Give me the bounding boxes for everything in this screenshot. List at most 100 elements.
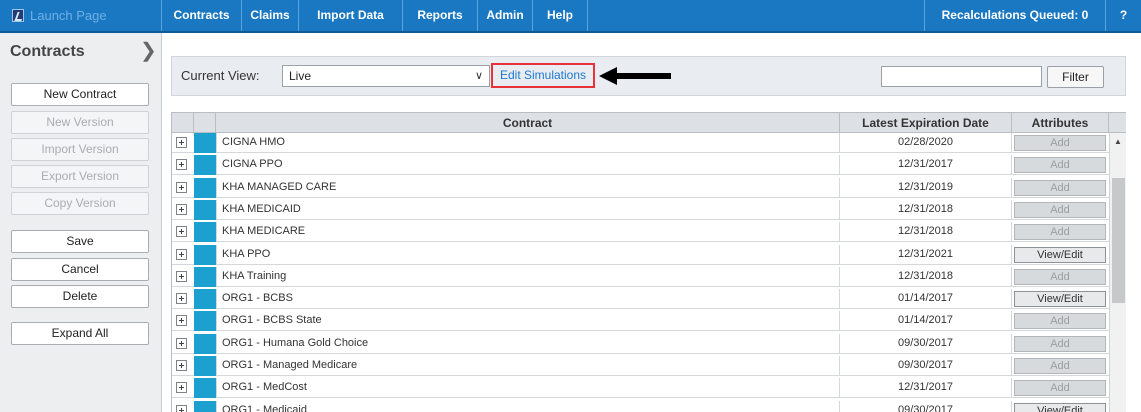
attributes-view-edit-button[interactable]: View/Edit <box>1014 402 1106 412</box>
edit-simulations-link[interactable]: Edit Simulations <box>491 63 595 88</box>
expiration-date: 09/30/2017 <box>840 333 1012 354</box>
new-version-button[interactable]: New Version <box>11 111 149 134</box>
contract-name[interactable]: KHA PPO <box>216 244 840 265</box>
row-marker <box>194 222 216 243</box>
table-row[interactable]: ORG1 - Medicaid 09/30/2017 View/Edit <box>172 400 1109 412</box>
attributes-add-button[interactable]: Add <box>1014 135 1106 151</box>
launch-page-link[interactable]: Launch Page <box>0 0 162 31</box>
expand-row-icon[interactable] <box>176 360 187 371</box>
attributes-add-button[interactable]: Add <box>1014 179 1106 196</box>
vertical-scrollbar[interactable]: ▲ <box>1109 133 1126 412</box>
expand-row-icon[interactable] <box>176 203 187 215</box>
contract-name[interactable]: KHA Training <box>216 266 840 287</box>
expand-row-icon[interactable] <box>176 337 187 349</box>
expiration-date: 12/31/2018 <box>840 199 1012 220</box>
header-contract[interactable]: Contract <box>216 113 840 133</box>
attributes-add-button[interactable]: Add <box>1014 157 1106 174</box>
contract-name[interactable]: ORG1 - BCBS <box>216 289 840 310</box>
attributes-view-edit-button[interactable]: View/Edit <box>1014 246 1106 263</box>
expiration-date: 12/31/2021 <box>840 244 1012 265</box>
expiration-date: 12/31/2019 <box>840 177 1012 198</box>
contract-name[interactable]: ORG1 - Medicaid <box>216 400 840 412</box>
attributes-add-button[interactable]: Add <box>1014 380 1106 397</box>
attributes-add-button[interactable]: Add <box>1014 201 1106 218</box>
header-marker-col <box>194 113 216 133</box>
row-marker <box>194 244 216 265</box>
table-row[interactable]: ORG1 - Humana Gold Choice 09/30/2017 Add <box>172 333 1109 354</box>
table-row[interactable]: ORG1 - BCBS State 01/14/2017 Add <box>172 311 1109 332</box>
row-marker <box>194 311 216 332</box>
contract-name[interactable]: ORG1 - Managed Medicare <box>216 356 840 376</box>
table-row[interactable]: ORG1 - BCBS 01/14/2017 View/Edit <box>172 289 1109 310</box>
view-toolbar: Current View: Live ∨ Edit Simulations Fi… <box>171 56 1126 96</box>
expand-row-icon[interactable] <box>176 382 187 394</box>
top-nav-bar: Launch Page Contracts Claims Import Data… <box>0 0 1141 33</box>
filter-input[interactable] <box>881 66 1042 87</box>
table-row[interactable]: KHA Training 12/31/2018 Add <box>172 266 1109 287</box>
table-row[interactable]: ORG1 - Managed Medicare 09/30/2017 Add <box>172 356 1109 376</box>
scroll-up-icon[interactable]: ▲ <box>1114 137 1122 146</box>
delete-button[interactable]: Delete <box>11 285 149 308</box>
expand-row-icon[interactable] <box>176 270 187 282</box>
nav-admin[interactable]: Admin <box>478 0 533 31</box>
grid-header: Contract Latest Expiration Date Attribut… <box>172 113 1126 133</box>
launch-page-label: Launch Page <box>30 8 107 23</box>
attributes-add-button[interactable]: Add <box>1014 224 1106 241</box>
table-row[interactable]: CIGNA PPO 12/31/2017 Add <box>172 155 1109 176</box>
contract-name[interactable]: CIGNA PPO <box>216 155 840 176</box>
row-marker <box>194 177 216 198</box>
recalculations-queued[interactable]: Recalculations Queued: 0 <box>924 0 1106 31</box>
expand-row-icon[interactable] <box>176 404 187 412</box>
contract-name[interactable]: KHA MEDICAID <box>216 199 840 220</box>
row-marker <box>194 155 216 176</box>
contract-name[interactable]: KHA MEDICARE <box>216 222 840 243</box>
attributes-add-button[interactable]: Add <box>1014 313 1106 330</box>
nav-help[interactable]: Help <box>533 0 588 31</box>
table-row[interactable]: KHA MANAGED CARE 12/31/2019 Add <box>172 177 1109 198</box>
nav-contracts[interactable]: Contracts <box>162 0 242 31</box>
contract-name[interactable]: CIGNA HMO <box>216 133 840 153</box>
expand-row-icon[interactable] <box>176 248 187 260</box>
help-question-button[interactable]: ? <box>1106 0 1141 31</box>
nav-claims[interactable]: Claims <box>242 0 299 31</box>
chevron-right-icon[interactable]: ❯ <box>140 41 157 61</box>
export-version-button[interactable]: Export Version <box>11 165 149 188</box>
expand-row-icon[interactable] <box>176 137 187 148</box>
chevron-down-icon: ∨ <box>474 70 483 82</box>
save-button[interactable]: Save <box>11 230 149 253</box>
attributes-add-button[interactable]: Add <box>1014 268 1106 285</box>
current-view-value: Live <box>289 69 312 83</box>
table-row[interactable]: ORG1 - MedCost 12/31/2017 Add <box>172 378 1109 399</box>
table-row[interactable]: KHA PPO 12/31/2021 View/Edit <box>172 244 1109 265</box>
attributes-add-button[interactable]: Add <box>1014 358 1106 374</box>
expiration-date: 12/31/2017 <box>840 378 1012 399</box>
filter-button[interactable]: Filter <box>1047 66 1104 88</box>
cancel-button[interactable]: Cancel <box>11 258 149 281</box>
contract-name[interactable]: ORG1 - Humana Gold Choice <box>216 333 840 354</box>
row-marker <box>194 378 216 399</box>
table-row[interactable]: KHA MEDICARE 12/31/2018 Add <box>172 222 1109 243</box>
expand-row-icon[interactable] <box>176 293 187 305</box>
header-attributes[interactable]: Attributes <box>1012 113 1109 133</box>
header-latest-expiration-date[interactable]: Latest Expiration Date <box>840 113 1012 133</box>
expand-all-button[interactable]: Expand All <box>11 322 149 345</box>
expiration-date: 12/31/2018 <box>840 222 1012 243</box>
attributes-view-edit-button[interactable]: View/Edit <box>1014 291 1106 308</box>
expand-row-icon[interactable] <box>176 226 187 238</box>
expand-row-icon[interactable] <box>176 315 187 327</box>
expand-row-icon[interactable] <box>176 181 187 193</box>
import-version-button[interactable]: Import Version <box>11 138 149 161</box>
contract-name[interactable]: ORG1 - BCBS State <box>216 311 840 332</box>
expand-row-icon[interactable] <box>176 159 187 171</box>
new-contract-button[interactable]: New Contract <box>11 83 149 106</box>
copy-version-button[interactable]: Copy Version <box>11 192 149 215</box>
contract-name[interactable]: ORG1 - MedCost <box>216 378 840 399</box>
attributes-add-button[interactable]: Add <box>1014 335 1106 352</box>
table-row[interactable]: CIGNA HMO 02/28/2020 Add <box>172 133 1109 153</box>
scrollbar-thumb[interactable] <box>1112 178 1125 303</box>
contract-name[interactable]: KHA MANAGED CARE <box>216 177 840 198</box>
current-view-select[interactable]: Live ∨ <box>282 65 490 87</box>
nav-import-data[interactable]: Import Data <box>299 0 403 31</box>
table-row[interactable]: KHA MEDICAID 12/31/2018 Add <box>172 199 1109 220</box>
nav-reports[interactable]: Reports <box>403 0 478 31</box>
